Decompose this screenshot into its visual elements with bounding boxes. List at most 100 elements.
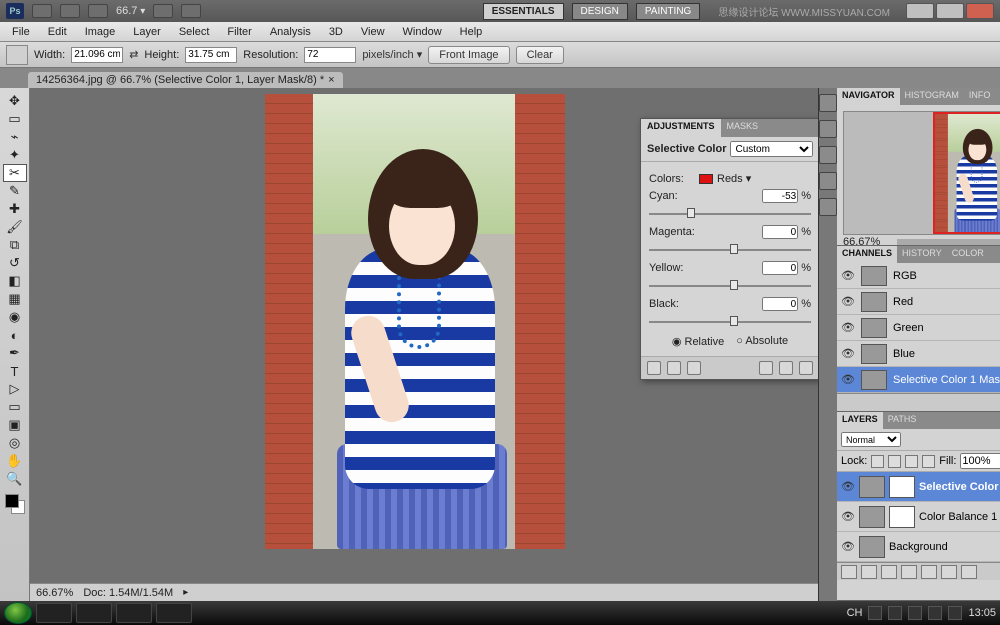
layer-mask-thumb[interactable] xyxy=(889,476,915,498)
workspace-painting[interactable]: PAINTING xyxy=(636,3,700,20)
adj-prev-icon[interactable] xyxy=(779,361,793,375)
height-input[interactable] xyxy=(185,47,237,63)
clear-button[interactable]: Clear xyxy=(516,46,564,64)
adj-reset-icon[interactable] xyxy=(687,361,701,375)
visibility-icon[interactable]: 👁 xyxy=(841,540,855,554)
group-icon[interactable] xyxy=(921,565,937,579)
document-tab[interactable]: 14256364.jpg @ 66.7% (Selective Color 1,… xyxy=(28,72,343,88)
pen-tool[interactable]: ✒ xyxy=(3,344,27,362)
dodge-tool[interactable]: ◐ xyxy=(3,326,27,344)
shape-tool[interactable]: ▭ xyxy=(3,398,27,416)
bridge-icon[interactable] xyxy=(32,4,52,18)
front-image-button[interactable]: Front Image xyxy=(428,46,509,64)
slider-value-input[interactable] xyxy=(762,261,798,275)
slider-track[interactable] xyxy=(649,279,811,293)
hand-tool[interactable]: ✋ xyxy=(3,452,27,470)
tray-icon[interactable] xyxy=(888,606,902,620)
tab-channels[interactable]: CHANNELS xyxy=(837,246,897,263)
taskbar-app-4[interactable] xyxy=(156,603,192,623)
lasso-tool[interactable]: ⌁ xyxy=(3,128,27,146)
swap-icon[interactable]: ⇄ xyxy=(129,48,138,61)
document-canvas[interactable] xyxy=(265,94,565,549)
slider-track[interactable] xyxy=(649,207,811,221)
taskbar-app-3[interactable] xyxy=(116,603,152,623)
brush-tool[interactable]: 🖌 xyxy=(3,218,27,236)
3d-camera-tool[interactable]: ◎ xyxy=(3,434,27,452)
visibility-icon[interactable]: 👁 xyxy=(841,480,855,494)
minimize-button[interactable] xyxy=(906,3,934,19)
tab-info[interactable]: INFO xyxy=(964,88,996,105)
arrange-icon[interactable] xyxy=(153,4,173,18)
channel-row[interactable]: 👁 RGB Ctrl+2 xyxy=(837,263,1000,289)
maximize-button[interactable] xyxy=(936,3,964,19)
zoom-level[interactable]: 66.7 ▾ xyxy=(116,5,145,17)
adjustments-panel[interactable]: ADJUSTMENTS MASKS Selective Color Custom… xyxy=(640,118,818,380)
navigator-thumb[interactable] xyxy=(843,111,1000,235)
relative-radio[interactable]: ◉ Relative xyxy=(672,335,724,348)
color-swatch[interactable] xyxy=(5,494,25,514)
taskbar-app-1[interactable] xyxy=(36,603,72,623)
adj-toggle-icon[interactable] xyxy=(647,361,661,375)
preset-select[interactable]: Custom xyxy=(730,141,813,157)
trash-icon[interactable] xyxy=(961,565,977,579)
screenmode-icon[interactable] xyxy=(181,4,201,18)
tab-navigator[interactable]: NAVIGATOR xyxy=(837,88,900,105)
adjlayer-icon[interactable] xyxy=(901,565,917,579)
channel-row[interactable]: 👁 Red Ctrl+3 xyxy=(837,289,1000,315)
type-tool[interactable]: T xyxy=(3,362,27,380)
lock-trans-icon[interactable] xyxy=(871,455,884,468)
tray-icon[interactable] xyxy=(908,606,922,620)
menu-file[interactable]: File xyxy=(4,24,38,40)
stamp-tool[interactable]: ⧉ xyxy=(3,236,27,254)
fx-icon[interactable] xyxy=(861,565,877,579)
dock-icon-2[interactable] xyxy=(819,120,837,138)
fill-input[interactable] xyxy=(960,453,1000,469)
tray-icon[interactable] xyxy=(868,606,882,620)
tab-history[interactable]: HISTORY xyxy=(897,246,947,263)
menu-analysis[interactable]: Analysis xyxy=(262,24,319,40)
menu-edit[interactable]: Edit xyxy=(40,24,75,40)
status-zoom[interactable]: 66.67% xyxy=(36,587,73,599)
dock-icon-4[interactable] xyxy=(819,172,837,190)
layer-mask-thumb[interactable] xyxy=(889,506,915,528)
slider-value-input[interactable] xyxy=(762,297,798,311)
blend-mode-select[interactable]: Normal xyxy=(841,432,901,447)
status-doc[interactable]: Doc: 1.54M/1.54M xyxy=(83,587,173,599)
tab-color[interactable]: COLOR xyxy=(947,246,989,263)
visibility-icon[interactable]: 👁 xyxy=(841,373,855,387)
taskbar-app-2[interactable] xyxy=(76,603,112,623)
visibility-icon[interactable]: 👁 xyxy=(841,347,855,361)
newlayer-icon[interactable] xyxy=(941,565,957,579)
resolution-input[interactable] xyxy=(304,47,356,63)
workspace-design[interactable]: DESIGN xyxy=(572,3,628,20)
eyedropper-tool[interactable]: ✎ xyxy=(3,182,27,200)
menu-window[interactable]: Window xyxy=(395,24,450,40)
crop-tool-icon[interactable] xyxy=(6,45,28,65)
layer-row[interactable]: 👁 Selective Color 1 xyxy=(837,472,1000,502)
slider-track[interactable] xyxy=(649,243,811,257)
move-tool[interactable]: ✥ xyxy=(3,92,27,110)
slider-value-input[interactable] xyxy=(762,189,798,203)
visibility-icon[interactable]: 👁 xyxy=(841,510,855,524)
dock-icon-5[interactable] xyxy=(819,198,837,216)
marquee-tool[interactable]: ▭ xyxy=(3,110,27,128)
width-input[interactable] xyxy=(71,47,123,63)
channel-row[interactable]: 👁 Selective Color 1 Mask Ctrl+\ xyxy=(837,367,1000,393)
start-button[interactable] xyxy=(4,602,32,624)
lang-indicator[interactable]: CH xyxy=(847,607,863,619)
absolute-radio[interactable]: ○ Absolute xyxy=(736,335,788,348)
3d-tool[interactable]: ▣ xyxy=(3,416,27,434)
healing-tool[interactable]: ✚ xyxy=(3,200,27,218)
minibridge-icon[interactable] xyxy=(60,4,80,18)
navigator-slider[interactable] xyxy=(897,239,1000,245)
tray-network-icon[interactable] xyxy=(928,606,942,620)
crop-tool[interactable]: ✂ xyxy=(3,164,27,182)
visibility-icon[interactable]: 👁 xyxy=(841,269,855,283)
adj-view-icon[interactable] xyxy=(667,361,681,375)
gradient-tool[interactable]: ▦ xyxy=(3,290,27,308)
tab-paths[interactable]: PATHS xyxy=(883,412,922,429)
menu-layer[interactable]: Layer xyxy=(125,24,169,40)
channel-row[interactable]: 👁 Blue Ctrl+5 xyxy=(837,341,1000,367)
layer-row[interactable]: 👁 Color Balance 1 xyxy=(837,502,1000,532)
mask-icon[interactable] xyxy=(881,565,897,579)
